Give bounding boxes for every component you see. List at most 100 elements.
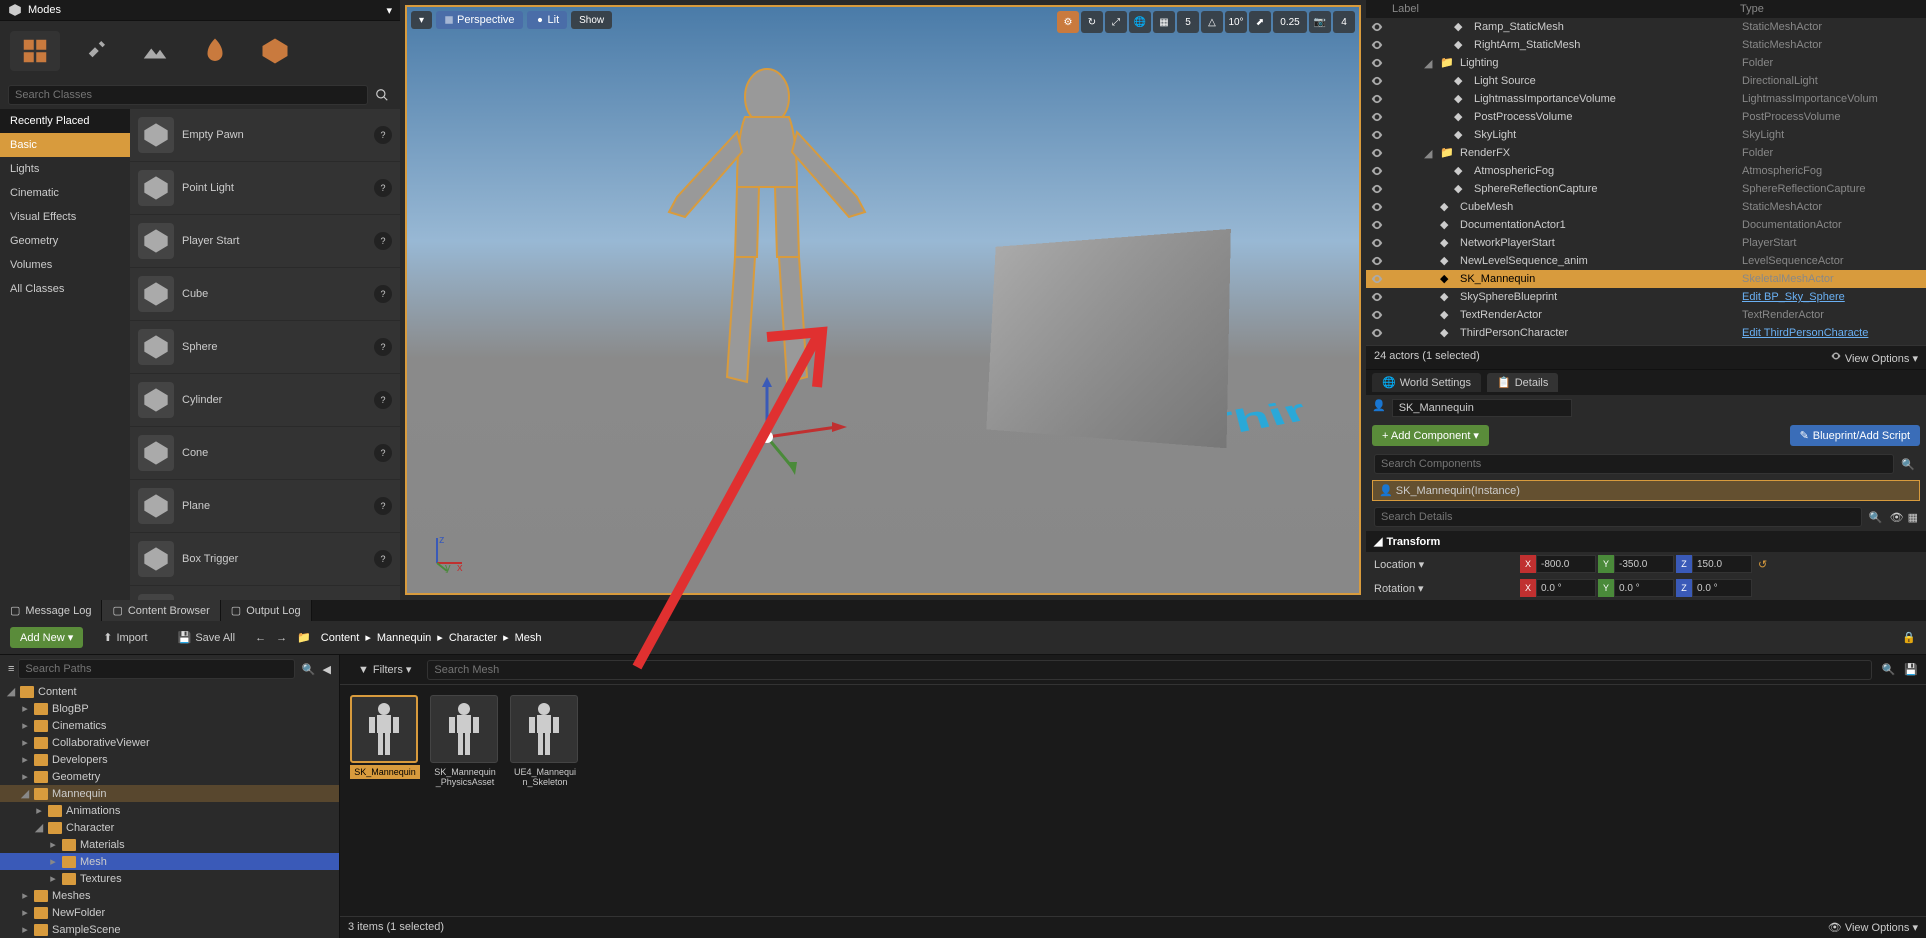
- outliner-row[interactable]: ◆TextRenderActorTextRenderActor: [1366, 306, 1926, 324]
- info-icon[interactable]: ?: [374, 338, 392, 356]
- geometry-mode-icon[interactable]: [250, 31, 300, 71]
- history-fwd-icon[interactable]: →: [276, 632, 287, 644]
- visibility-icon[interactable]: [1370, 164, 1384, 178]
- info-icon[interactable]: ?: [374, 179, 392, 197]
- placeable-cube[interactable]: Cube?: [130, 268, 400, 321]
- expander-icon[interactable]: ◢: [1424, 147, 1434, 160]
- outliner-row[interactable]: ◆SK_MannequinSkeletalMeshActor: [1366, 270, 1926, 288]
- viewport[interactable]: ▾ Perspective Lit Show ⚙ ↻ ⤢ 🌐 ▦ 5 △ 10°…: [405, 5, 1361, 595]
- placeable-point-light[interactable]: Point Light?: [130, 162, 400, 215]
- lit-button[interactable]: Lit: [527, 11, 568, 29]
- sources-icon[interactable]: ≡: [8, 663, 14, 675]
- search-components-input[interactable]: [1374, 454, 1894, 474]
- tree-item[interactable]: ◢Content: [0, 683, 339, 700]
- visibility-icon[interactable]: [1370, 308, 1384, 322]
- view-options-button[interactable]: 👁 View Options ▾: [1828, 921, 1918, 934]
- info-icon[interactable]: ?: [374, 497, 392, 515]
- camera-speed-value[interactable]: 4: [1333, 11, 1355, 33]
- tree-item[interactable]: ◢Mannequin: [0, 785, 339, 802]
- perspective-button[interactable]: Perspective: [436, 11, 522, 29]
- visibility-icon[interactable]: [1370, 38, 1384, 52]
- rotation-x[interactable]: [1536, 579, 1596, 597]
- visibility-icon[interactable]: [1370, 218, 1384, 232]
- tree-item[interactable]: ▸Meshes: [0, 887, 339, 904]
- placeable-plane[interactable]: Plane?: [130, 480, 400, 533]
- visibility-icon[interactable]: [1370, 182, 1384, 196]
- bookmark-icon[interactable]: 🌐: [1129, 11, 1151, 33]
- location-x[interactable]: [1536, 555, 1596, 573]
- outliner-row[interactable]: ◆LightmassImportanceVolumeLightmassImpor…: [1366, 90, 1926, 108]
- tree-item[interactable]: ◢Character: [0, 819, 339, 836]
- location-label[interactable]: Location ▾: [1374, 558, 1514, 571]
- reset-icon[interactable]: ↺: [1758, 558, 1767, 571]
- info-icon[interactable]: ?: [374, 550, 392, 568]
- angle-snap-icon[interactable]: △: [1201, 11, 1223, 33]
- outliner-row[interactable]: ◆Light SourceDirectionalLight: [1366, 72, 1926, 90]
- expander-icon[interactable]: ▸: [48, 872, 58, 885]
- category-cinematic[interactable]: Cinematic: [0, 181, 130, 205]
- realtime-icon[interactable]: ↻: [1081, 11, 1103, 33]
- search-icon[interactable]: 🔍: [1866, 507, 1886, 527]
- outliner-row[interactable]: ◆SkyLightSkyLight: [1366, 126, 1926, 144]
- transform-gizmo[interactable]: [737, 377, 857, 477]
- add-component-button[interactable]: + Add Component ▾: [1372, 425, 1489, 446]
- foliage-mode-icon[interactable]: [190, 31, 240, 71]
- info-icon[interactable]: ?: [374, 232, 392, 250]
- expander-icon[interactable]: ◢: [1424, 57, 1434, 70]
- expander-icon[interactable]: ◢: [34, 821, 44, 834]
- outliner-row[interactable]: ◆ThirdPersonCharacterEdit ThirdPersonCha…: [1366, 324, 1926, 342]
- fullscreen-icon[interactable]: ⤢: [1105, 11, 1127, 33]
- info-icon[interactable]: ?: [374, 444, 392, 462]
- expander-icon[interactable]: ▸: [20, 736, 30, 749]
- breadcrumb-item[interactable]: Content: [321, 632, 360, 644]
- breadcrumb-item[interactable]: Mesh: [515, 632, 542, 644]
- game-view-icon[interactable]: ⚙: [1057, 11, 1079, 33]
- visibility-icon[interactable]: [1370, 128, 1384, 142]
- expander-icon[interactable]: ▸: [34, 804, 44, 817]
- category-lights[interactable]: Lights: [0, 157, 130, 181]
- visibility-icon[interactable]: [1370, 92, 1384, 106]
- add-new-button[interactable]: Add New ▾: [10, 627, 83, 648]
- info-icon[interactable]: ?: [374, 391, 392, 409]
- expander-icon[interactable]: ◢: [6, 685, 16, 698]
- placeable-box-trigger[interactable]: Box Trigger?: [130, 533, 400, 586]
- tab-output-log[interactable]: ▢Output Log: [221, 600, 312, 621]
- outliner-row[interactable]: ◆NetworkPlayerStartPlayerStart: [1366, 234, 1926, 252]
- breadcrumb-item[interactable]: Character: [449, 632, 497, 644]
- tab-message-log[interactable]: ▢Message Log: [0, 600, 102, 621]
- outliner-row[interactable]: ◆DocumentationActor1DocumentationActor: [1366, 216, 1926, 234]
- actor-type[interactable]: Edit BP_Sky_Sphere: [1742, 291, 1922, 303]
- tree-item[interactable]: ▸Mesh: [0, 853, 339, 870]
- camera-speed-icon[interactable]: 📷: [1309, 11, 1331, 33]
- place-mode-icon[interactable]: [10, 31, 60, 71]
- outliner-row[interactable]: ◆CubeMeshStaticMeshActor: [1366, 198, 1926, 216]
- save-search-icon[interactable]: 💾: [1904, 663, 1918, 676]
- asset-card[interactable]: UE4_Mannequin_Skeleton: [510, 695, 580, 906]
- placeable-cylinder[interactable]: Cylinder?: [130, 374, 400, 427]
- expander-icon[interactable]: ▸: [20, 889, 30, 902]
- scene-cube[interactable]: [986, 229, 1231, 448]
- expander-icon[interactable]: ▸: [48, 855, 58, 868]
- scale-snap-icon[interactable]: ⬈: [1249, 11, 1271, 33]
- tree-item[interactable]: ▸CollaborativeViewer: [0, 734, 339, 751]
- search-assets-input[interactable]: [427, 660, 1872, 680]
- category-all-classes[interactable]: All Classes: [0, 277, 130, 301]
- blueprint-button[interactable]: ✎ Blueprint/Add Script: [1790, 425, 1920, 446]
- expander-icon[interactable]: ▸: [20, 923, 30, 936]
- search-icon[interactable]: 🔍: [299, 659, 319, 679]
- expander-icon[interactable]: ▸: [48, 838, 58, 851]
- category-basic[interactable]: Basic: [0, 133, 130, 157]
- placeable-player-start[interactable]: Player Start?: [130, 215, 400, 268]
- history-back-icon[interactable]: ←: [255, 632, 266, 644]
- visibility-icon[interactable]: [1370, 110, 1384, 124]
- search-icon[interactable]: 🔍: [1898, 454, 1918, 474]
- scale-value[interactable]: 0.25: [1273, 11, 1307, 33]
- tree-item[interactable]: ▸Cinematics: [0, 717, 339, 734]
- visibility-icon[interactable]: [1370, 146, 1384, 160]
- tree-item[interactable]: ▸BlogBP: [0, 700, 339, 717]
- tab-world-settings[interactable]: 🌐 World Settings: [1372, 373, 1481, 392]
- save-all-button[interactable]: 💾 Save All: [168, 627, 245, 648]
- outliner-row[interactable]: ◆Ramp_StaticMeshStaticMeshActor: [1366, 18, 1926, 36]
- visibility-icon[interactable]: [1370, 236, 1384, 250]
- category-visual-effects[interactable]: Visual Effects: [0, 205, 130, 229]
